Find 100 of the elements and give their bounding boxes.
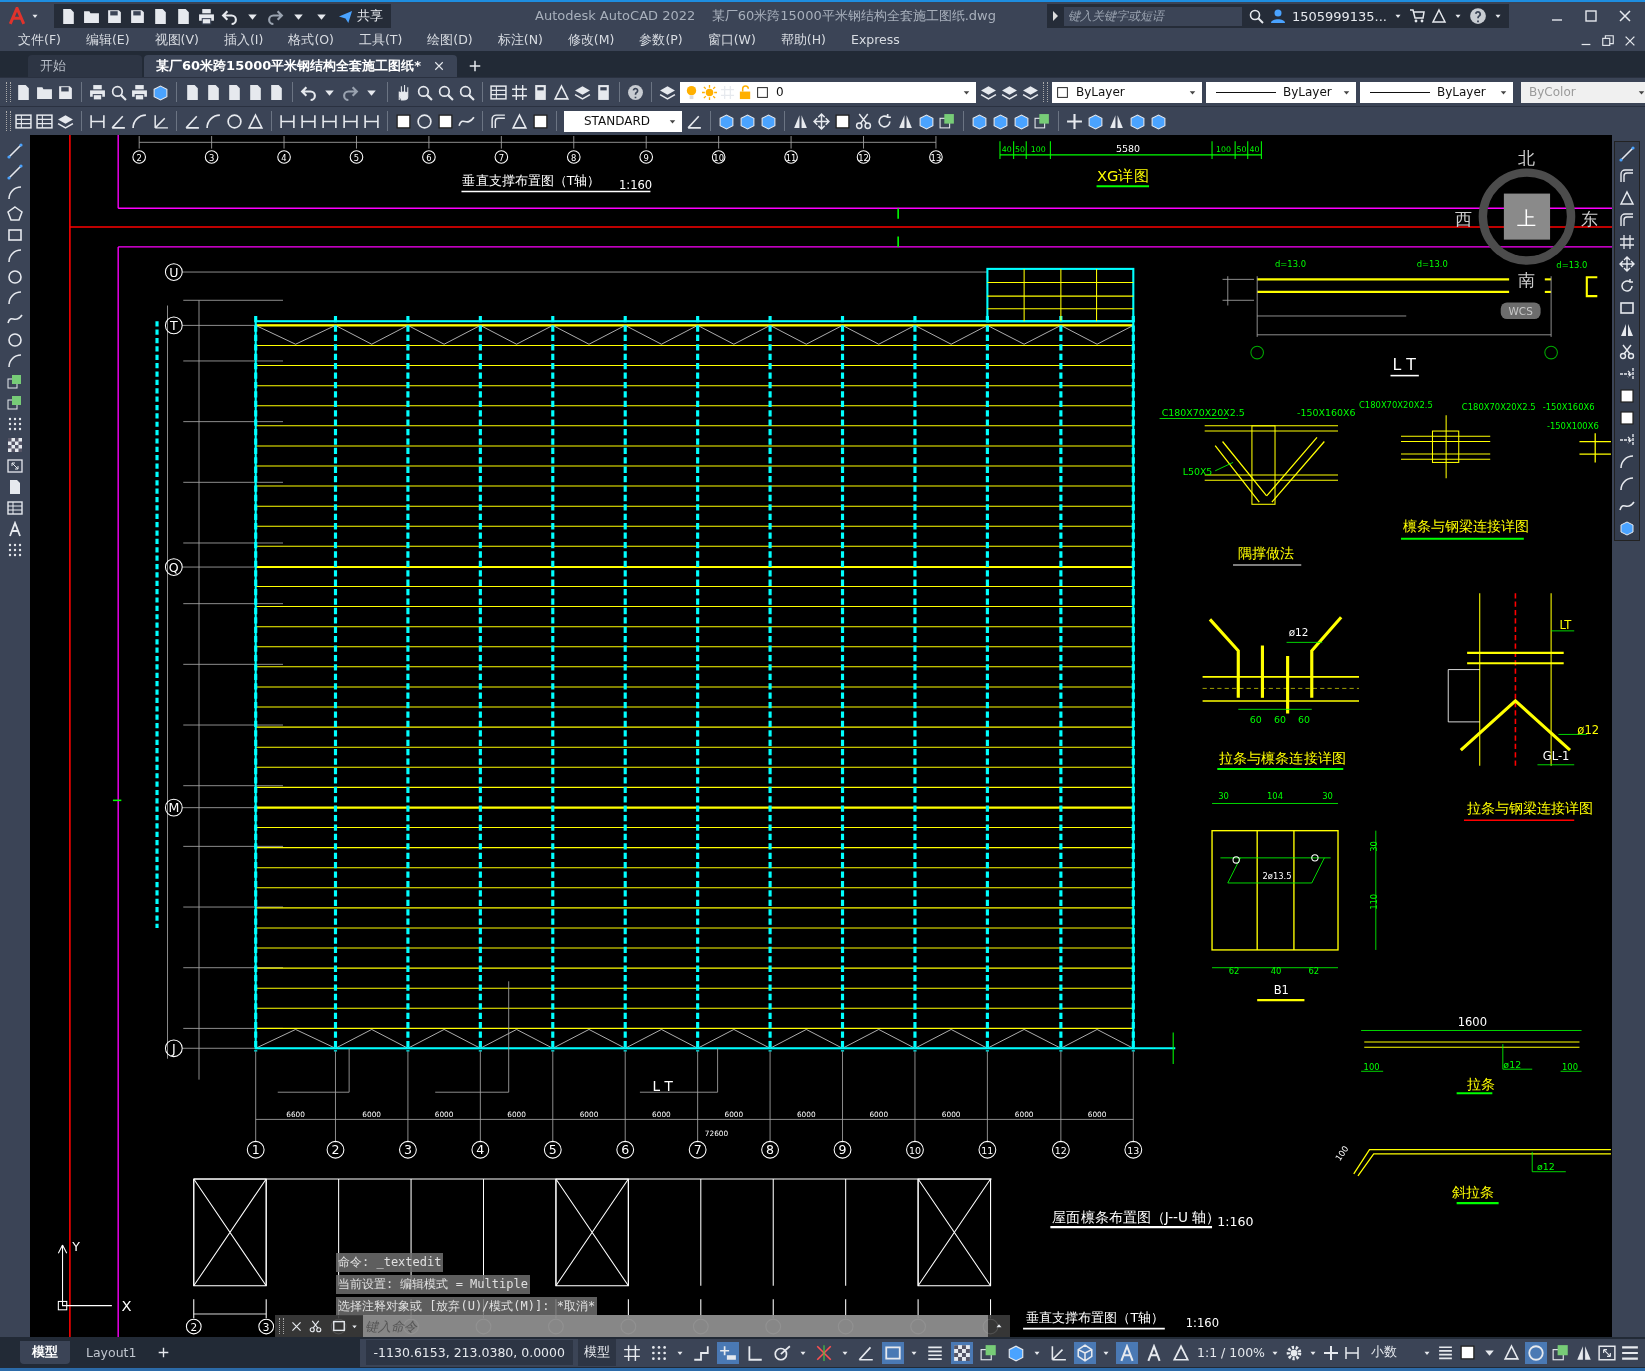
menu-icon[interactable] <box>1621 1343 1639 1362</box>
cube-icon[interactable] <box>992 112 1009 130</box>
printer-icon[interactable] <box>89 83 106 101</box>
expand-arrow-icon[interactable] <box>1052 11 1058 21</box>
menu-item[interactable]: 绘图(D) <box>427 32 473 49</box>
dot-grid-icon[interactable] <box>7 542 23 558</box>
mirror-icon[interactable] <box>1619 322 1635 338</box>
close-icon[interactable] <box>1617 8 1633 24</box>
plus-icon[interactable] <box>1066 112 1083 130</box>
menu-item[interactable]: 标注(N) <box>497 32 543 49</box>
annotation-icon[interactable] <box>7 521 23 537</box>
stacked-squares-icon[interactable] <box>7 374 23 390</box>
square-icon[interactable] <box>1619 410 1635 426</box>
checker-icon[interactable] <box>7 437 23 453</box>
table-icon[interactable] <box>15 112 32 130</box>
lineweight-dropdown[interactable]: ByLayer <box>1360 81 1513 103</box>
menu-item[interactable]: 视图(V) <box>154 32 199 49</box>
help-icon[interactable] <box>1469 7 1487 25</box>
move-icon[interactable] <box>813 112 830 130</box>
menu-item[interactable]: 窗口(W) <box>707 32 756 49</box>
page-icon[interactable] <box>184 83 201 101</box>
page-icon[interactable] <box>247 83 264 101</box>
cube-icon[interactable] <box>971 112 988 130</box>
line-icon[interactable] <box>1619 146 1635 162</box>
cursor-input-icon[interactable] <box>717 1341 739 1364</box>
offset-icon[interactable] <box>490 112 507 130</box>
menu-item[interactable]: 插入(I) <box>223 32 264 49</box>
ucs-menu-button[interactable] <box>1500 302 1541 320</box>
polygon-icon[interactable] <box>7 206 23 222</box>
layer-dropdown[interactable]: 0 <box>680 81 976 103</box>
square-icon[interactable] <box>437 112 454 130</box>
layers-icon[interactable] <box>1001 83 1018 101</box>
share-button[interactable]: 共享 <box>336 7 385 25</box>
menu-item[interactable]: Express <box>851 32 900 49</box>
page-icon[interactable] <box>7 479 23 495</box>
triangle-icon[interactable] <box>1431 8 1447 24</box>
square-icon[interactable] <box>395 112 412 130</box>
offset-icon[interactable] <box>1619 168 1635 184</box>
maximize-icon[interactable] <box>1583 8 1599 24</box>
cube-icon[interactable] <box>152 83 169 101</box>
checker-icon[interactable] <box>951 1341 973 1364</box>
dot-grid-icon[interactable] <box>7 416 23 432</box>
extend-icon[interactable] <box>1619 366 1635 382</box>
help-icon[interactable] <box>627 83 644 101</box>
annotation-scale[interactable]: 1:1 / 100% <box>1197 1345 1265 1360</box>
cube-icon[interactable] <box>760 112 777 130</box>
arc-icon[interactable] <box>205 112 222 130</box>
list-icon[interactable] <box>1437 1344 1454 1361</box>
file-tab[interactable]: 某厂60米跨15000平米钢结构全套施工图纸* <box>144 55 458 77</box>
coordinates-readout[interactable]: -1130.6153, 213.0380, 0.0000 <box>365 1340 573 1365</box>
page-icon[interactable] <box>268 83 285 101</box>
arc-icon[interactable] <box>7 353 23 369</box>
arc-icon[interactable] <box>1619 476 1635 492</box>
rotate-icon[interactable] <box>1619 278 1635 294</box>
triangle-icon[interactable] <box>1503 1344 1520 1361</box>
layers-icon[interactable] <box>980 83 997 101</box>
dimension-icon[interactable] <box>342 112 359 130</box>
extend-icon[interactable] <box>1619 432 1635 448</box>
expand-icon[interactable] <box>1598 1343 1616 1362</box>
move-icon[interactable] <box>1619 256 1635 272</box>
calculator-icon[interactable] <box>532 83 549 101</box>
arc-icon[interactable] <box>7 248 23 264</box>
menu-item[interactable]: 文件(F) <box>18 32 61 49</box>
arc-icon[interactable] <box>1619 454 1635 470</box>
rectangle-icon[interactable] <box>332 1319 346 1333</box>
cube-icon[interactable] <box>1619 520 1635 536</box>
table-icon[interactable] <box>7 500 23 516</box>
arc-icon[interactable] <box>7 185 23 201</box>
rectangle-icon[interactable] <box>1619 300 1635 316</box>
triangle-icon[interactable] <box>553 83 570 101</box>
cart-icon[interactable] <box>1409 8 1425 24</box>
circle-icon[interactable] <box>7 269 23 285</box>
stacked-squares-icon[interactable] <box>1034 112 1051 130</box>
plus-icon[interactable] <box>158 1347 170 1358</box>
cube-icon[interactable] <box>1150 112 1167 130</box>
menu-item[interactable]: 格式(O) <box>288 32 334 49</box>
restore-icon[interactable] <box>1601 33 1615 48</box>
zoom-icon[interactable] <box>458 83 475 101</box>
stacked-squares-icon[interactable] <box>1552 1343 1570 1362</box>
cube-icon[interactable] <box>1087 112 1104 130</box>
printer-icon[interactable] <box>198 7 215 25</box>
layers-icon[interactable] <box>1022 83 1039 101</box>
menu-item[interactable]: 工具(T) <box>358 32 403 49</box>
save-icon[interactable] <box>129 7 146 25</box>
plus-icon[interactable] <box>1323 1344 1339 1361</box>
printer-icon[interactable] <box>131 83 148 101</box>
save-icon[interactable] <box>57 83 74 101</box>
layers-icon[interactable] <box>574 83 591 101</box>
rotate-icon[interactable] <box>876 112 893 130</box>
units-selector[interactable]: 小数 <box>1365 1344 1417 1361</box>
expand-icon[interactable] <box>7 458 23 474</box>
rectangle-icon[interactable] <box>7 227 23 243</box>
model-space-button[interactable]: 模型 <box>578 1339 616 1366</box>
circle-icon[interactable] <box>1525 1341 1547 1364</box>
axes-icon[interactable] <box>152 112 169 130</box>
menu-item[interactable]: 参数(P) <box>639 32 683 49</box>
line-icon[interactable] <box>7 164 23 180</box>
dimension-icon[interactable] <box>89 112 106 130</box>
linetype-dropdown[interactable]: ByLayer <box>1206 81 1356 103</box>
offset-icon[interactable] <box>1619 212 1635 228</box>
